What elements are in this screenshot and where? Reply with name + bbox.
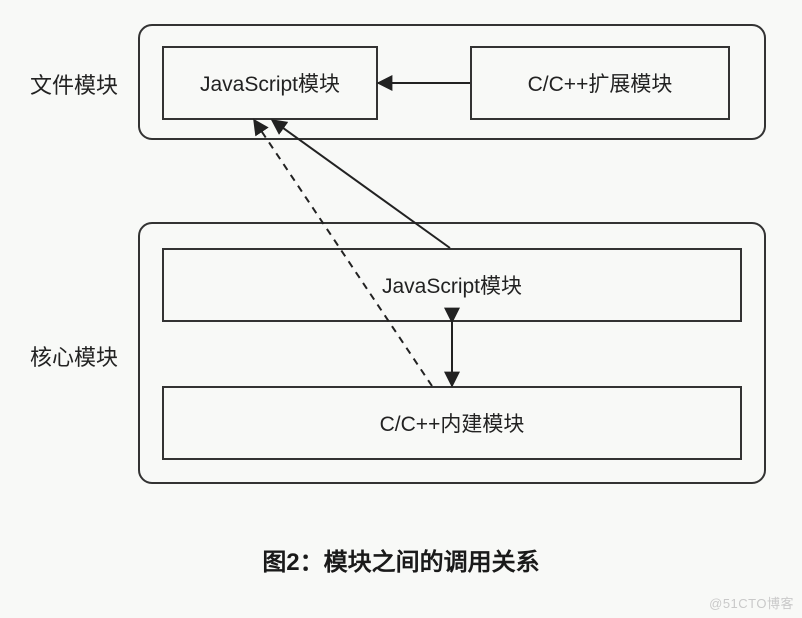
figure-caption: 图2：模块之间的调用关系 [0,542,802,577]
c-cpp-builtin-box: C/C++内建模块 [162,386,742,460]
file-module-label: 文件模块 [30,68,118,100]
watermark-text: @51CTO博客 [709,593,794,612]
c-cpp-builtin-text: C/C++内建模块 [380,408,525,438]
js-module-top-box: JavaScript模块 [162,46,378,120]
core-module-label: 核心模块 [30,340,118,372]
c-cpp-ext-box: C/C++扩展模块 [470,46,730,120]
js-module-core-box: JavaScript模块 [162,248,742,322]
diagram-canvas: 文件模块 JavaScript模块 C/C++扩展模块 核心模块 JavaScr… [0,0,802,618]
js-module-core-text: JavaScript模块 [382,270,522,300]
js-module-top-text: JavaScript模块 [200,68,340,98]
c-cpp-ext-text: C/C++扩展模块 [528,68,673,98]
